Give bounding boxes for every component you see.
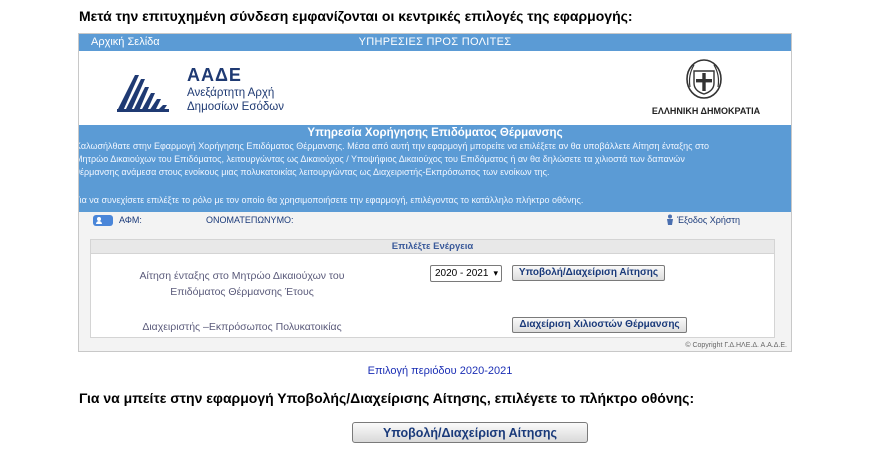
top-nav-bar: Αρχική Σελίδα ΥΠΗΡΕΣΙΕΣ ΠΡΟΣ ΠΟΛΙΤΕΣ: [79, 34, 791, 51]
application-row-label: Αίτηση ένταξης στο Μητρώο Δικαιούχων του: [139, 270, 345, 282]
user-icon: [93, 215, 113, 226]
aade-logo-name: ΑΑΔΕ: [187, 65, 242, 85]
user-info-bar: ΑΦΜ: ΟΝΟΜΑΤΕΠΩΝΥΜΟ: Έξοδος Χρήστη: [79, 212, 791, 229]
application-row-label-2: Επιδόματος Θέρμανσης Έτους: [170, 286, 314, 298]
fullname-label: ΟΝΟΜΑΤΕΠΩΝΥΜΟ:: [206, 215, 294, 225]
action-panel: Επιλέξτε Ενέργεια Αίτηση ένταξης στο Μητ…: [90, 239, 775, 338]
submit-application-button[interactable]: Υποβολή/Διαχείριση Αίτησης: [512, 265, 665, 281]
aade-logo-subtitle-2: Δημοσίων Εσόδων: [187, 101, 284, 113]
hellenic-republic-label: ΕΛΛΗΝΙΚΗ ΔΗΜΟΚΡΑΤΙΑ: [651, 106, 761, 116]
aade-logo-icon: [117, 75, 169, 112]
year-select[interactable]: 2020 - 2021 ▾: [430, 265, 502, 282]
banner-title: Υπηρεσία Χορήγησης Επιδόματος Θέρμανσης: [307, 127, 563, 139]
manage-heating-shares-button[interactable]: Διαχείριση Χιλιοστών Θέρμανσης: [512, 317, 687, 333]
afm-label: ΑΦΜ:: [119, 215, 142, 225]
aade-logo-subtitle: Ανεξάρτητη Αρχή: [187, 87, 275, 99]
chevron-down-icon: ▾: [493, 268, 498, 278]
greek-emblem-icon: [686, 59, 722, 99]
instruction-text: Για να μπείτε στην εφαρμογή Υποβολής/Δια…: [79, 390, 695, 406]
banner-text-line: Μητρώο Δικαιούχων του Επιδόματος, λειτου…: [78, 154, 685, 164]
building-manager-label: Διαχειριστής –Εκπρόσωπος Πολυκατοικίας: [142, 321, 342, 333]
banner-instruction-line: Για να συνεχίσετε επιλέξτε το ρόλο με το…: [78, 195, 584, 205]
logout-icon[interactable]: [665, 214, 675, 226]
banner-text-line: θέρμανσης ανάμεσα στους ενοίκους μιας πο…: [78, 167, 550, 177]
period-caption: Επιλογή περιόδου 2020-2021: [367, 365, 513, 377]
services-title: ΥΠΗΡΕΣΙΕΣ ΠΡΟΣ ΠΟΛΙΤΕΣ: [358, 36, 512, 48]
year-select-value: 2020 - 2021: [435, 268, 489, 279]
intro-text: Μετά την επιτυχημένη σύνδεση εμφανίζοντα…: [79, 8, 633, 24]
app-screenshot-frame: Αρχική Σελίδα ΥΠΗΡΕΣΙΕΣ ΠΡΟΣ ΠΟΛΙΤΕΣ ΑΑΔ…: [78, 33, 792, 352]
copyright-text: © Copyright Γ.Δ.ΗΛΕ.Δ. Α.Α.Δ.Ε.: [685, 342, 787, 349]
submit-application-big-button[interactable]: Υποβολή/Διαχείριση Αίτησης: [352, 422, 588, 443]
logout-link[interactable]: Έξοδος Χρήστη: [677, 215, 740, 225]
action-panel-header: Επιλέξτε Ενέργεια: [91, 240, 774, 254]
welcome-banner: Υπηρεσία Χορήγησης Επιδόματος Θέρμανσης …: [79, 125, 791, 212]
logo-area: ΑΑΔΕ Ανεξάρτητη Αρχή Δημοσίων Εσόδων ΕΛΛ…: [79, 51, 791, 125]
banner-text-line: Καλωσήλθατε στην Εφαρμογή Χορήγησης Επιδ…: [78, 141, 709, 151]
